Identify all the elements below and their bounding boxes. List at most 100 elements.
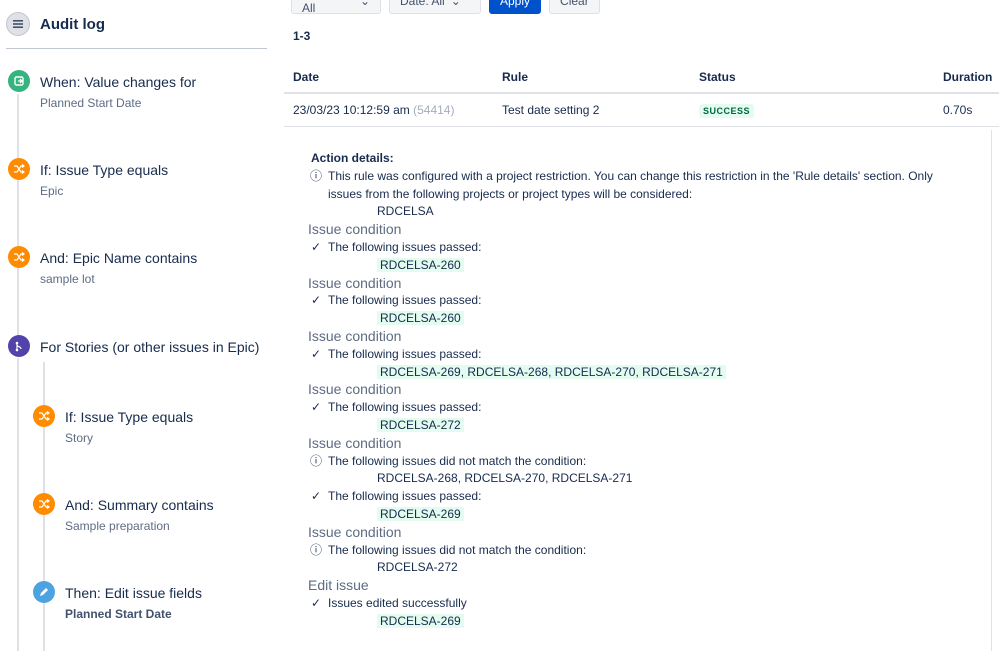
status-badge: SUCCESS [699, 103, 755, 118]
action-details-heading: Action details: [311, 151, 394, 165]
restriction-text-2: issues from the following projects or pr… [328, 186, 693, 201]
chevron-down-icon: ⌄ [359, 0, 370, 8]
audit-log-title: Audit log [40, 15, 105, 33]
step-subtitle: Story [65, 431, 94, 445]
date-filter[interactable]: Date: All ⌄ [389, 0, 481, 14]
duration-cell: 0.70s [934, 93, 999, 127]
check-icon: ✓ [310, 595, 322, 610]
issue-keys[interactable]: RDCELSA-260 [377, 311, 464, 326]
issue-keys[interactable]: RDCELSA-269 [377, 506, 464, 521]
results-range: 1-3 [293, 29, 311, 43]
apply-button[interactable]: Apply [489, 0, 542, 14]
condition-icon[interactable] [8, 246, 30, 268]
status-cell: SUCCESS [690, 93, 934, 127]
issue-list: RDCELSA-260 [308, 257, 988, 275]
connector-line [17, 358, 19, 651]
section-title: Issue condition [308, 523, 402, 540]
passed-line: ✓ The following issues passed: [308, 239, 988, 257]
step-subtitle: Planned Start Date [40, 96, 142, 110]
passed-text: The following issues passed: [328, 239, 482, 254]
issue-keys[interactable]: RDCELSA-269 [377, 613, 464, 628]
action-details: Action details: ⓘ This rule was configur… [308, 150, 988, 631]
issue-list: RDCELSA-269 [308, 506, 988, 524]
section-title: Issue condition [308, 381, 402, 398]
status-filter[interactable]: Status: All ⌄ [291, 0, 381, 15]
date-cell: 23/03/23 10:12:59 am (54414) [284, 93, 493, 127]
log-date: 23/03/23 10:12:59 am [293, 103, 410, 117]
info-icon: ⓘ [309, 453, 322, 468]
issue-list: RDCELSA-260 [308, 310, 988, 328]
step-subtitle: Planned Start Date [65, 607, 172, 621]
step-subtitle: Epic [40, 184, 64, 198]
issue-keys[interactable]: RDCELSA-260 [377, 257, 464, 272]
issue-keys[interactable]: RDCELSA-269, RDCELSA-268, RDCELSA-270, R… [377, 364, 726, 379]
not-match-text: The following issues did not match the c… [328, 453, 587, 468]
table-row[interactable]: 23/03/23 10:12:59 am (54414) Test date s… [284, 93, 999, 127]
check-icon: ✓ [310, 239, 322, 254]
issue-list: RDCELSA-268, RDCELSA-270, RDCELSA-271 [308, 470, 988, 488]
step-title[interactable]: If: Issue Type equals [65, 409, 193, 425]
step-subtitle: Sample preparation [65, 519, 170, 533]
date-filter-label: Date: All [400, 0, 445, 8]
condition-icon[interactable] [33, 405, 55, 427]
condition-icon[interactable] [8, 158, 30, 180]
step-title[interactable]: And: Epic Name contains [40, 250, 197, 266]
column-header-rule[interactable]: Rule [493, 62, 690, 94]
trigger-icon[interactable] [8, 70, 30, 92]
passed-text: The following issues passed: [328, 489, 482, 504]
table-header-row: Date Rule Status Duration [284, 62, 999, 94]
column-header-date[interactable]: Date [284, 62, 493, 94]
issue-list: RDCELSA-272 [308, 559, 988, 577]
passed-text: The following issues passed: [328, 346, 482, 361]
issue-keys[interactable]: RDCELSA-268, RDCELSA-270, RDCELSA-271 [377, 471, 632, 485]
step-title[interactable]: If: Issue Type equals [40, 162, 168, 178]
not-match-text: The following issues did not match the c… [328, 542, 587, 557]
rule-sidebar: Audit log When: Value changes for Planne… [0, 0, 280, 651]
clear-button[interactable]: Clear [549, 0, 600, 14]
passed-line: ✓ The following issues passed: [308, 346, 988, 364]
check-icon: ✓ [310, 293, 322, 308]
filter-bar: Status: All ⌄ Date: All ⌄ Apply Clear [291, 0, 600, 15]
restriction-text-1: This rule was configured with a project … [328, 168, 933, 183]
not-match-line: ⓘ The following issues did not match the … [308, 453, 988, 471]
section-title: Issue condition [308, 434, 402, 451]
condition-icon[interactable] [33, 493, 55, 515]
edited-text: Issues edited successfully [328, 595, 467, 610]
details-border [991, 130, 992, 651]
step-title[interactable]: And: Summary contains [65, 497, 214, 513]
issue-keys[interactable]: RDCELSA-272 [377, 417, 464, 432]
issue-list: RDCELSA-269 [308, 613, 988, 631]
step-subtitle: sample lot [40, 272, 95, 286]
issue-list: RDCELSA-272 [308, 417, 988, 435]
not-match-line: ⓘ The following issues did not match the … [308, 542, 988, 560]
edited-line: ✓ Issues edited successfully [308, 595, 988, 613]
section-title: Issue condition [308, 327, 402, 344]
passed-text: The following issues passed: [328, 293, 482, 308]
audit-log-header[interactable]: Audit log [6, 12, 105, 36]
project-key: RDCELSA [377, 204, 434, 219]
column-header-status[interactable]: Status [690, 62, 934, 94]
step-title[interactable]: Then: Edit issue fields [65, 585, 202, 601]
chevron-down-icon: ⌄ [450, 0, 461, 8]
check-icon: ✓ [310, 489, 322, 504]
passed-line: ✓ The following issues passed: [308, 292, 988, 310]
step-title[interactable]: For Stories (or other issues in Epic) [40, 339, 259, 355]
list-icon [6, 12, 30, 36]
passed-line: ✓ The following issues passed: [308, 399, 988, 417]
section-title: Edit issue [308, 577, 369, 594]
check-icon: ✓ [310, 346, 322, 361]
info-line: ⓘ This rule was configured with a projec… [308, 168, 988, 186]
status-filter-label: Status: All [302, 0, 339, 15]
branch-icon[interactable] [8, 335, 30, 357]
info-icon: ⓘ [309, 542, 322, 557]
section-title: Issue condition [308, 221, 402, 238]
column-header-duration[interactable]: Duration [934, 62, 999, 94]
issue-keys[interactable]: RDCELSA-272 [377, 560, 458, 574]
rule-cell: Test date setting 2 [493, 93, 690, 127]
passed-line: ✓ The following issues passed: [308, 488, 988, 506]
edit-icon[interactable] [33, 581, 55, 603]
audit-table: Date Rule Status Duration 23/03/23 10:12… [284, 62, 999, 127]
step-title[interactable]: When: Value changes for [40, 74, 196, 90]
check-icon: ✓ [310, 400, 322, 415]
connector-line [17, 94, 19, 342]
